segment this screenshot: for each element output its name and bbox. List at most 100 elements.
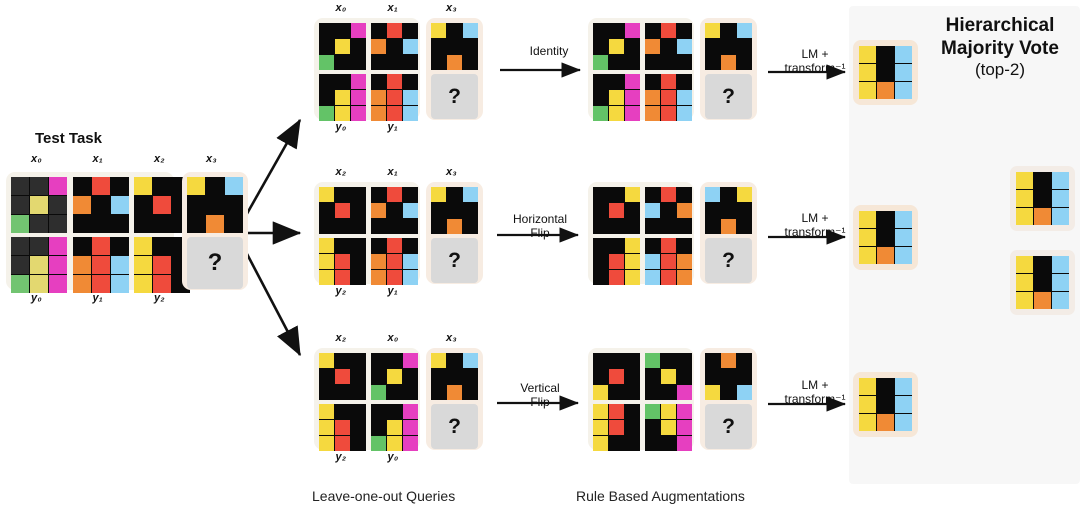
grid-cell — [1052, 256, 1069, 273]
grid-cell — [705, 39, 720, 54]
grid-cell — [335, 353, 350, 368]
augmented-output-grid — [593, 404, 640, 451]
grid-cell — [403, 219, 418, 234]
grid-cell — [447, 55, 462, 70]
grid-cell — [403, 55, 418, 70]
grid-cell — [463, 23, 478, 38]
grid-cell — [625, 238, 640, 253]
grid-cell — [593, 254, 608, 269]
grid-cell — [319, 404, 334, 419]
grid-cell — [645, 187, 660, 202]
query-answer-placeholder: ? — [431, 238, 478, 283]
grid-cell — [206, 177, 224, 195]
grid-cell — [625, 23, 640, 38]
augmented-input-grid — [593, 353, 640, 400]
query-output-grid — [319, 404, 366, 451]
augmented-input-grid — [593, 187, 640, 234]
augmented-output-grid — [645, 238, 692, 285]
augmented-answer-placeholder: ? — [705, 238, 752, 283]
grid-cell — [609, 55, 624, 70]
grid-cell — [1034, 256, 1051, 273]
grid-cell — [645, 369, 660, 384]
grid-cell — [387, 74, 402, 89]
grid-cell — [403, 254, 418, 269]
grid-cell — [30, 215, 48, 233]
grid-cell — [371, 187, 386, 202]
arrow-label-line-2: Flip — [530, 395, 550, 409]
grid-cell — [737, 369, 752, 384]
grid-cell — [371, 90, 386, 105]
grid-cell — [335, 106, 350, 121]
grid-cell — [645, 203, 660, 218]
grid-cell — [431, 385, 446, 400]
grid-cell — [625, 254, 640, 269]
grid-cell — [387, 106, 402, 121]
grid-cell — [335, 90, 350, 105]
grid-cell — [319, 238, 334, 253]
arrow-label-line-2: transform⁻¹ — [784, 61, 846, 75]
grid-cell — [351, 90, 366, 105]
grid-cell — [371, 385, 386, 400]
grid-cell — [661, 385, 676, 400]
grid-cell — [737, 55, 752, 70]
grid-cell — [721, 39, 736, 54]
grid-cell — [134, 196, 152, 214]
grid-cell — [49, 215, 67, 233]
grid-cell — [1052, 208, 1069, 225]
grid-cell — [645, 238, 660, 253]
grid-cell — [895, 211, 912, 228]
grid-cell — [625, 369, 640, 384]
test-task-input-grid — [11, 177, 67, 233]
grid-cell — [645, 23, 660, 38]
test-task-output-grid — [72, 237, 129, 293]
grid-cell — [351, 369, 366, 384]
vote-title-line-1: Hierarchical — [945, 15, 1055, 36]
grid-cell — [335, 254, 350, 269]
grid-cell — [447, 39, 462, 54]
query-x3-label: x₃ — [446, 2, 457, 14]
grid-cell — [403, 270, 418, 285]
grid-cell — [110, 256, 129, 274]
grid-cell — [371, 23, 386, 38]
grid-cell — [49, 275, 67, 293]
grid-cell — [153, 177, 171, 195]
augmented-input-grid — [645, 23, 692, 70]
grid-cell — [153, 256, 171, 274]
grid-cell — [859, 46, 876, 63]
grid-cell — [387, 39, 402, 54]
grid-cell — [625, 187, 640, 202]
grid-cell — [877, 82, 894, 99]
grid-cell — [645, 90, 660, 105]
grid-cell — [225, 215, 243, 233]
grid-cell — [625, 219, 640, 234]
grid-cell — [677, 436, 692, 451]
grid-cell — [351, 23, 366, 38]
grid-cell — [661, 55, 676, 70]
grid-cell — [387, 55, 402, 70]
grid-cell — [661, 219, 676, 234]
grid-cell — [625, 404, 640, 419]
grid-cell — [335, 74, 350, 89]
grid-cell — [335, 369, 350, 384]
grid-cell — [609, 23, 624, 38]
grid-cell — [877, 247, 894, 264]
grid-cell — [645, 385, 660, 400]
grid-cell — [645, 39, 660, 54]
augmented-x3-grid — [705, 353, 752, 400]
grid-cell — [335, 436, 350, 451]
grid-cell — [351, 404, 366, 419]
grid-cell — [403, 187, 418, 202]
grid-cell — [661, 23, 676, 38]
grid-cell — [1016, 190, 1033, 207]
grid-cell — [661, 270, 676, 285]
augmented-x3-grid — [705, 23, 752, 70]
grid-cell — [371, 254, 386, 269]
grid-cell — [677, 270, 692, 285]
grid-cell — [403, 436, 418, 451]
grid-cell — [645, 55, 660, 70]
grid-cell — [609, 353, 624, 368]
grid-cell — [677, 385, 692, 400]
grid-cell — [593, 187, 608, 202]
grid-cell — [371, 404, 386, 419]
test-task-query-label: x₃ — [206, 153, 217, 165]
